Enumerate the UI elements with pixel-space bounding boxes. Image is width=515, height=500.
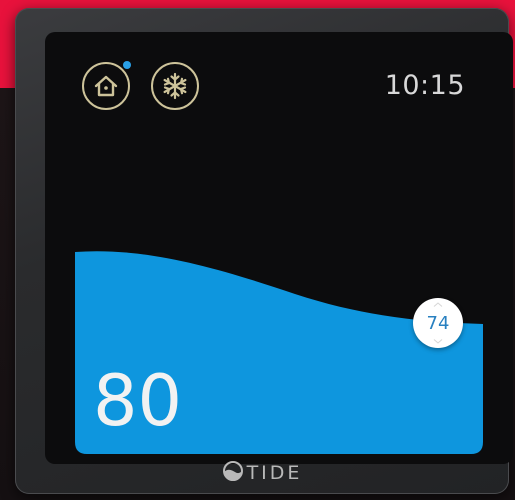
thermostat-device: 10:15 80 74 TIDE	[15, 8, 513, 494]
tide-wave-icon	[222, 460, 244, 486]
brand-name: TIDE	[246, 462, 303, 484]
setpoint-dial[interactable]: 74	[413, 298, 463, 348]
brand-logo: TIDE	[15, 460, 509, 486]
chevron-down-icon	[433, 339, 443, 344]
chevron-up-icon	[433, 302, 443, 307]
thermostat-screen: 10:15 80 74	[45, 32, 513, 464]
current-temperature: 80	[93, 360, 183, 442]
setpoint-temperature: 74	[426, 312, 450, 334]
